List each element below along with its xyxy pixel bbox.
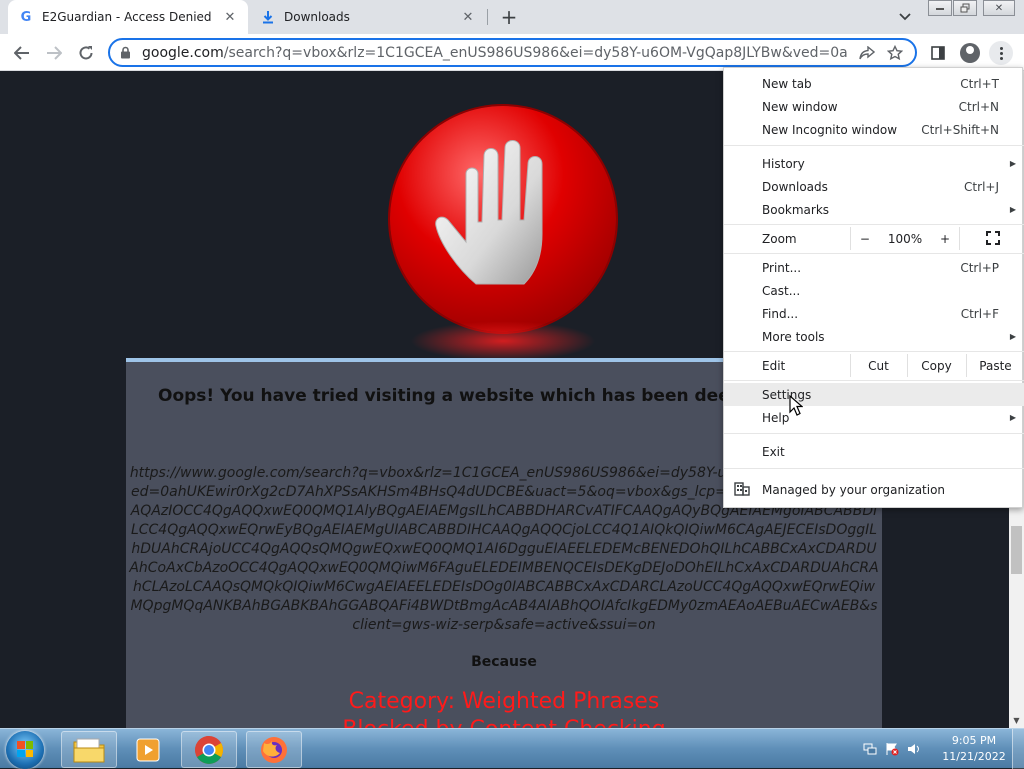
submenu-arrow-icon: ▶	[1009, 332, 1016, 341]
menu-item-print[interactable]: Print... Ctrl+P	[724, 256, 1024, 279]
start-button[interactable]	[6, 731, 44, 769]
media-player-taskbar-button[interactable]	[120, 731, 176, 768]
menu-item-help[interactable]: Help ▶	[724, 406, 1024, 429]
menu-item-more-tools[interactable]: More tools ▶	[724, 325, 1024, 348]
menu-item-bookmarks[interactable]: Bookmarks ▶	[724, 198, 1024, 221]
scrollbar-thumb[interactable]	[1011, 526, 1022, 574]
firefox-icon	[261, 736, 287, 763]
address-bar[interactable]: google.com/search?q=vbox&rlz=1C1GCEA_enU…	[108, 38, 917, 67]
menu-separator	[724, 224, 1024, 225]
menu-separator	[724, 145, 1024, 146]
action-center-flag-icon[interactable]	[884, 741, 900, 757]
tab-separator	[487, 9, 488, 25]
windows-taskbar: 9:05 PM 11/21/2022	[0, 728, 1024, 769]
tab-strip: G E2Guardian - Access Denied ✕ Downloads…	[0, 0, 1024, 34]
side-panel-icon[interactable]	[926, 41, 950, 65]
zoom-label: Zoom	[762, 231, 797, 246]
firefox-taskbar-button[interactable]	[246, 731, 302, 768]
chrome-taskbar-button[interactable]	[181, 731, 237, 768]
google-g-icon: G	[20, 9, 32, 25]
tab-search-chevron-icon[interactable]	[894, 7, 916, 27]
system-tray	[862, 729, 922, 769]
url-text[interactable]: google.com/search?q=vbox&rlz=1C1GCEA_enU…	[142, 45, 849, 61]
chrome-main-menu: New tab Ctrl+T New window Ctrl+N New Incog…	[723, 67, 1024, 508]
download-icon	[260, 9, 276, 25]
forward-arrow-icon[interactable]	[41, 40, 67, 66]
media-player-icon	[136, 738, 160, 761]
lock-icon[interactable]	[120, 46, 132, 60]
menu-item-exit[interactable]: Exit	[724, 440, 1024, 463]
menu-separator	[724, 253, 1024, 254]
zoom-row: Zoom − 100% +	[724, 227, 1024, 250]
because-label: Because	[471, 654, 537, 670]
chrome-icon	[195, 735, 223, 764]
network-icon[interactable]	[862, 741, 878, 757]
file-explorer-taskbar-button[interactable]	[61, 731, 117, 768]
scroll-down-arrow-icon[interactable]: ▼	[1009, 713, 1024, 728]
show-desktop-button[interactable]	[1012, 729, 1024, 769]
close-window-button[interactable]: ✕	[983, 0, 1015, 16]
tab-e2guardian[interactable]: G E2Guardian - Access Denied ✕	[8, 0, 248, 34]
edit-row: Edit Cut Copy Paste	[724, 354, 1024, 377]
managed-by-organization[interactable]: Managed by your organization	[724, 478, 1024, 501]
menu-separator	[724, 351, 1024, 352]
zoom-level: 100%	[887, 231, 923, 246]
restore-button[interactable]	[953, 0, 977, 16]
submenu-arrow-icon: ▶	[1009, 413, 1016, 422]
minimize-button[interactable]	[928, 0, 952, 16]
menu-item-downloads[interactable]: Downloads Ctrl+J	[724, 175, 1024, 198]
edit-label: Edit	[762, 359, 786, 373]
windows-logo-icon	[17, 741, 33, 757]
submenu-arrow-icon: ▶	[1009, 205, 1016, 214]
zoom-out-button[interactable]: −	[860, 232, 870, 246]
menu-separator	[724, 380, 1024, 381]
stop-hand-icon	[390, 106, 616, 361]
folder-icon	[73, 738, 105, 762]
copy-button[interactable]: Copy	[907, 354, 965, 377]
menu-separator	[724, 433, 1024, 434]
paste-button[interactable]: Paste	[966, 354, 1024, 377]
close-tab-icon[interactable]: ✕	[222, 9, 238, 25]
browser-toolbar: google.com/search?q=vbox&rlz=1C1GCEA_enU…	[0, 34, 1024, 71]
profile-avatar-icon[interactable]	[958, 41, 982, 65]
new-tab-button[interactable]: +	[497, 5, 521, 29]
back-arrow-icon[interactable]	[9, 40, 35, 66]
tab-title: Downloads	[284, 10, 350, 24]
menu-item-settings[interactable]: Settings	[724, 383, 1024, 406]
volume-icon[interactable]	[906, 741, 922, 757]
menu-item-history[interactable]: History ▶	[724, 152, 1024, 175]
menu-item-new-tab[interactable]: New tab Ctrl+T	[724, 72, 1024, 95]
bookmark-star-icon[interactable]	[885, 43, 905, 63]
fullscreen-icon[interactable]	[986, 231, 1000, 245]
mouse-pointer-icon	[789, 394, 804, 417]
blocked-by-text: Blocked by Content Checking	[126, 717, 882, 728]
system-clock[interactable]: 9:05 PM 11/21/2022	[938, 733, 1010, 765]
share-icon[interactable]	[857, 43, 877, 63]
zoom-in-button[interactable]: +	[940, 232, 950, 246]
menu-item-new-incognito[interactable]: New Incognito window Ctrl+Shift+N	[724, 118, 1024, 141]
building-icon	[734, 482, 750, 496]
menu-item-new-window[interactable]: New window Ctrl+N	[724, 95, 1024, 118]
submenu-arrow-icon: ▶	[1009, 159, 1016, 168]
cut-button[interactable]: Cut	[850, 354, 906, 377]
page-heading: Oops! You have tried visiting a website …	[158, 386, 772, 406]
menu-separator	[724, 468, 1024, 469]
clock-date: 11/21/2022	[942, 750, 1006, 763]
tab-title: E2Guardian - Access Denied	[42, 10, 212, 24]
category-text: Category: Weighted Phrases	[348, 689, 660, 714]
close-tab-icon[interactable]: ✕	[460, 9, 476, 25]
reload-icon[interactable]	[73, 40, 99, 66]
clock-time: 9:05 PM	[951, 734, 997, 747]
menu-item-cast[interactable]: Cast...	[724, 279, 1024, 302]
zoom-controls: − 100% +	[850, 227, 960, 250]
menu-item-find[interactable]: Find... Ctrl+F	[724, 302, 1024, 325]
chrome-menu-kebab-icon[interactable]	[989, 41, 1013, 65]
tab-downloads[interactable]: Downloads ✕	[250, 0, 486, 34]
